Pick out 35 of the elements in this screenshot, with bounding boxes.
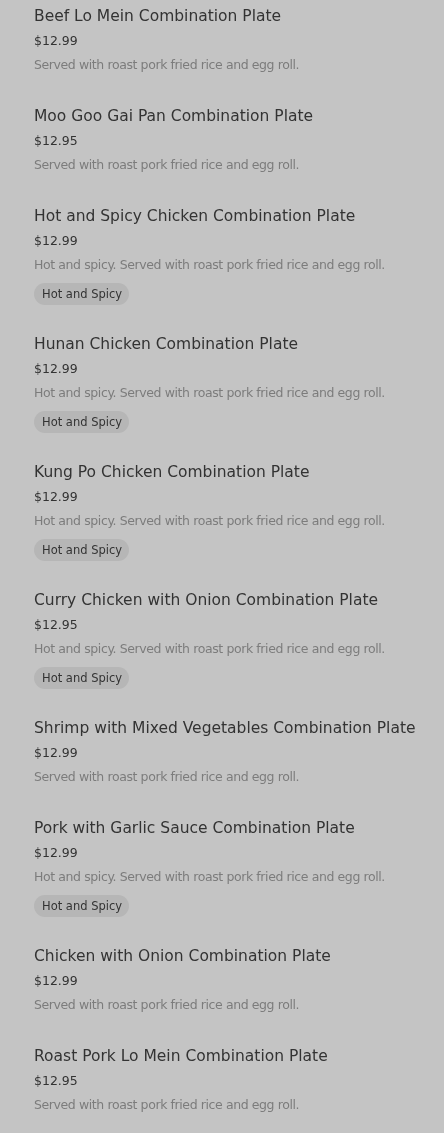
item-name[interactable]: Pork with Garlic Sauce Combination Plate (34, 816, 424, 840)
item-description: Served with roast pork fried rice and egg roll. (34, 156, 301, 174)
item-name[interactable]: Roast Pork Lo Mein Combination Plate (34, 1044, 424, 1068)
item-price: $12.99 (34, 972, 79, 990)
item-price: $12.99 (34, 488, 79, 506)
item-name[interactable]: Hot and Spicy Chicken Combination Plate (34, 204, 424, 228)
item-name[interactable]: Moo Goo Gai Pan Combination Plate (34, 104, 424, 128)
item-description: Hot and spicy. Served with roast pork fried rice and egg roll. (34, 868, 386, 886)
item-price: $12.99 (34, 744, 79, 762)
item-price: $12.95 (34, 132, 79, 150)
item-description: Hot and spicy. Served with roast pork fried rice and egg roll. (34, 384, 386, 402)
item-price: $12.99 (34, 32, 79, 50)
tag: Hot and Spicy (34, 283, 130, 305)
item-price: $12.99 (34, 232, 79, 250)
item-price: $12.99 (34, 844, 79, 862)
item-name[interactable]: Beef Lo Mein Combination Plate (34, 4, 424, 28)
item-price: $12.95 (34, 616, 79, 634)
item-name[interactable]: Chicken with Onion Combination Plate (34, 944, 424, 968)
item-price: $12.95 (34, 1072, 79, 1090)
item-description: Served with roast pork fried rice and egg roll. (34, 56, 301, 74)
tag: Hot and Spicy (34, 539, 130, 561)
item-name[interactable]: Kung Po Chicken Combination Plate (34, 460, 424, 484)
item-description: Hot and spicy. Served with roast pork fried rice and egg roll. (34, 512, 386, 530)
item-name[interactable]: Shrimp with Mixed Vegetables Combination Plate (34, 716, 424, 740)
item-name[interactable]: Hunan Chicken Combination Plate (34, 332, 424, 356)
tag: Hot and Spicy (34, 895, 130, 917)
item-description: Hot and spicy. Served with roast pork fried rice and egg roll. (34, 640, 386, 658)
item-price: $12.99 (34, 360, 79, 378)
item-description: Served with roast pork fried rice and egg roll. (34, 996, 301, 1014)
tag: Hot and Spicy (34, 667, 130, 689)
item-description: Served with roast pork fried rice and egg roll. (34, 768, 301, 786)
tag: Hot and Spicy (34, 411, 130, 433)
item-name[interactable]: Curry Chicken with Onion Combination Plate (34, 588, 424, 612)
item-description: Hot and spicy. Served with roast pork fried rice and egg roll. (34, 256, 386, 274)
item-description: Served with roast pork fried rice and egg roll. (34, 1096, 301, 1114)
